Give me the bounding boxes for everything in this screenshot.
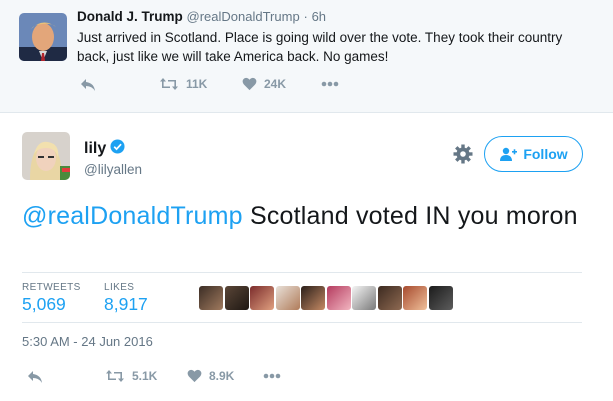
liker-avatar[interactable] bbox=[428, 286, 453, 310]
parent-retweet-count: 11K bbox=[186, 77, 208, 91]
parent-author-handle[interactable]: @realDonaldTrump bbox=[187, 9, 300, 24]
liker-avatar[interactable] bbox=[301, 286, 325, 310]
reply-icon bbox=[28, 371, 42, 383]
liker-avatar[interactable] bbox=[403, 286, 427, 310]
parent-more-button[interactable] bbox=[321, 81, 339, 87]
retweet-icon bbox=[160, 78, 178, 90]
follow-button-label: Follow bbox=[523, 146, 568, 162]
liker-avatar[interactable] bbox=[224, 286, 249, 310]
liker-avatar[interactable] bbox=[275, 286, 300, 310]
main-tweet-body: Scotland voted IN you moron bbox=[242, 202, 578, 230]
main-avatar[interactable] bbox=[22, 132, 70, 180]
liker-avatars bbox=[199, 286, 454, 310]
parent-like-count: 24K bbox=[264, 77, 287, 91]
parent-reply-button[interactable] bbox=[80, 78, 96, 92]
liker-avatar[interactable] bbox=[326, 286, 351, 310]
like-count: 8.9K bbox=[209, 369, 235, 383]
mention-link[interactable]: @realDonaldTrump bbox=[22, 202, 243, 230]
heart-icon bbox=[187, 369, 202, 383]
parent-tweet-text: Just arrived in Scotland. Place is going… bbox=[77, 30, 563, 64]
verified-badge-icon bbox=[110, 139, 125, 159]
more-button[interactable] bbox=[263, 373, 281, 379]
retweets-count[interactable]: 5,069 bbox=[22, 294, 66, 315]
parent-tweet[interactable]: Donald J. Trump @realDonaldTrump · 6h Ju… bbox=[0, 0, 613, 113]
follow-button[interactable]: Follow bbox=[484, 136, 583, 172]
divider-top bbox=[22, 272, 582, 273]
likes-count[interactable]: 8,917 bbox=[104, 294, 148, 315]
tweet-timestamp[interactable]: 5:30 AM - 24 Jun 2016 bbox=[22, 334, 153, 349]
main-tweet-text: @realDonaldTrump Scotland voted IN you m… bbox=[22, 200, 592, 232]
reply-button[interactable] bbox=[27, 370, 43, 384]
more-icon bbox=[321, 81, 339, 87]
parent-author-name[interactable]: Donald J. Trump bbox=[77, 9, 183, 24]
gear-icon[interactable] bbox=[452, 143, 474, 165]
like-button[interactable]: 8.9K bbox=[187, 369, 234, 383]
liker-avatar[interactable] bbox=[199, 286, 223, 310]
add-user-icon bbox=[500, 147, 518, 161]
parent-action-bar: 11K 24K bbox=[80, 77, 380, 93]
main-action-bar: 5.1K 8.9K bbox=[22, 368, 322, 386]
liker-avatar[interactable] bbox=[352, 286, 376, 310]
reply-icon bbox=[81, 79, 95, 91]
heart-icon bbox=[242, 77, 257, 91]
retweets-label: RETWEETS bbox=[22, 282, 81, 293]
more-icon bbox=[263, 373, 281, 379]
main-author-handle[interactable]: @lilyallen bbox=[84, 162, 142, 177]
likes-label: LIKES bbox=[104, 282, 135, 293]
parent-header: Donald J. Trump @realDonaldTrump · 6h bbox=[77, 9, 326, 24]
divider-middle bbox=[22, 322, 582, 323]
retweet-icon bbox=[106, 370, 124, 382]
parent-retweet-button[interactable]: 11K bbox=[159, 77, 207, 91]
retweet-count: 5.1K bbox=[132, 369, 158, 383]
liker-avatar[interactable] bbox=[250, 286, 274, 310]
parent-time[interactable]: 6h bbox=[312, 9, 326, 24]
retweet-button[interactable]: 5.1K bbox=[105, 369, 157, 383]
main-author-name[interactable]: lily bbox=[84, 140, 106, 158]
main-author-name-row[interactable]: lily bbox=[84, 139, 125, 159]
parent-avatar[interactable] bbox=[19, 13, 67, 61]
liker-avatar[interactable] bbox=[377, 286, 402, 310]
parent-like-button[interactable]: 24K bbox=[242, 77, 286, 91]
separator-dot: · bbox=[303, 9, 308, 24]
